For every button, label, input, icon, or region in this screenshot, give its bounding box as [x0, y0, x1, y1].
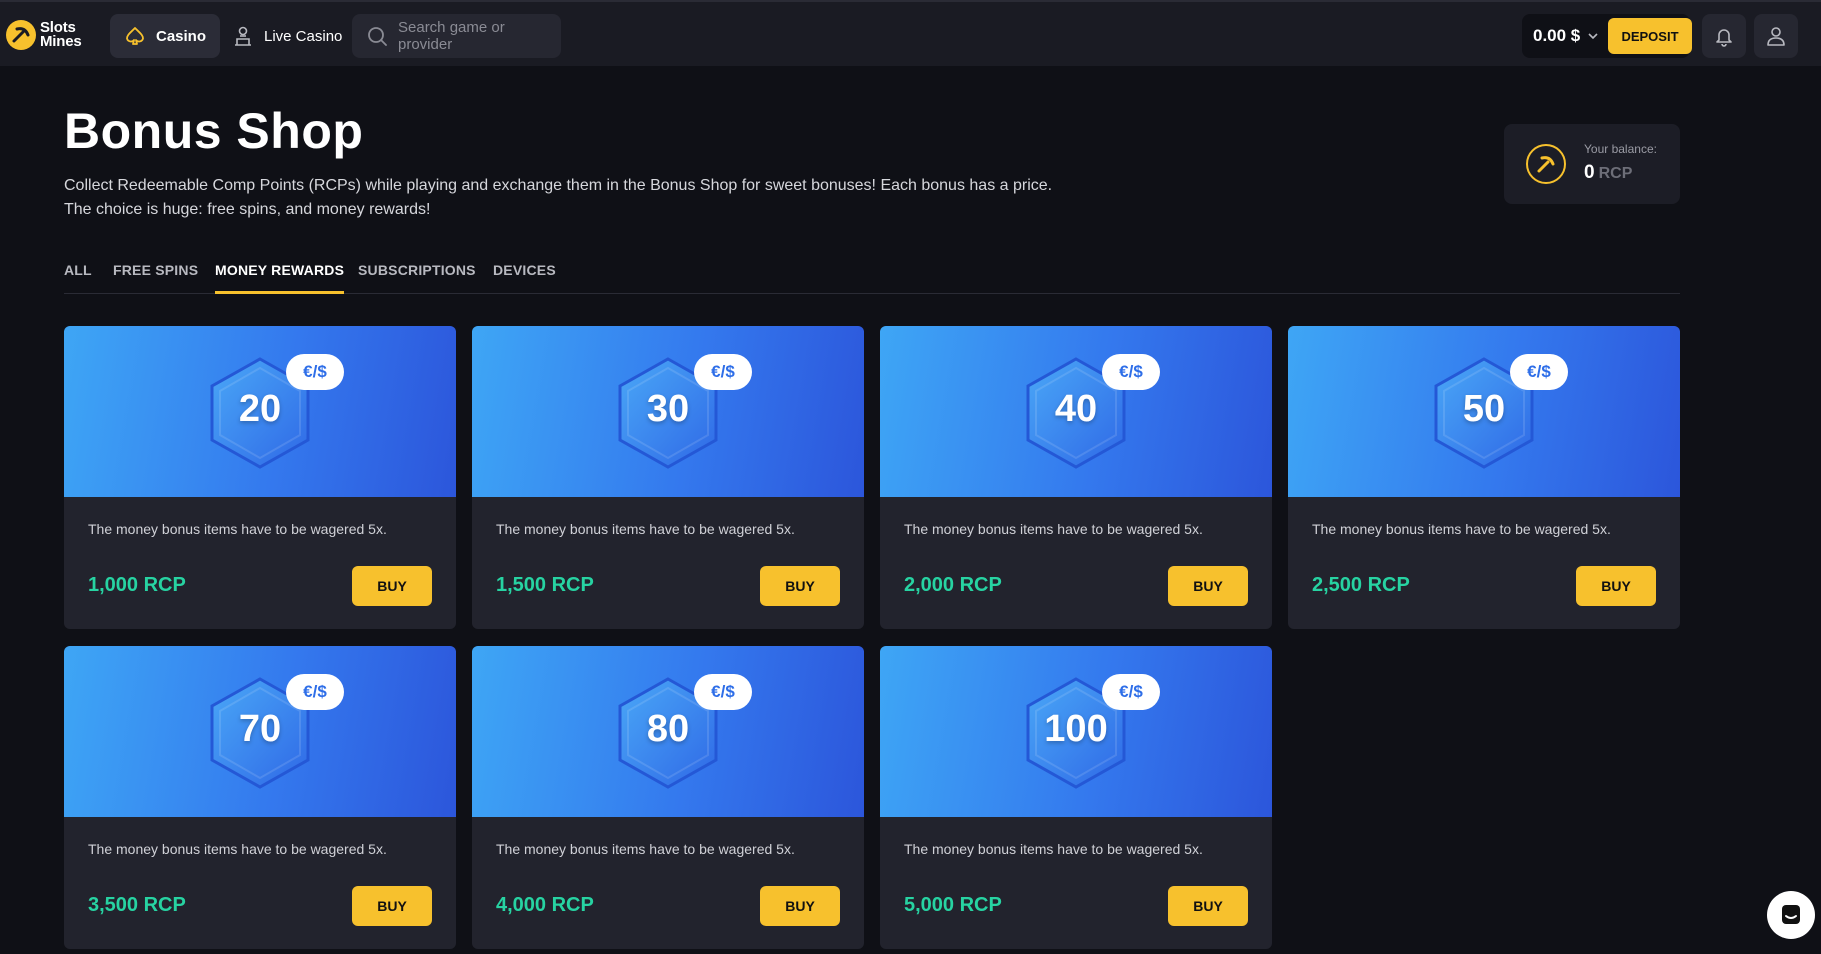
bell-icon	[1713, 25, 1735, 47]
page-description: Collect Redeemable Comp Points (RCPs) wh…	[64, 174, 1052, 222]
buy-button[interactable]: BUY	[352, 566, 432, 606]
reward-amount: 50	[1462, 388, 1506, 430]
reward-banner: 80 €/$	[472, 646, 864, 817]
chevron-down-icon	[1587, 30, 1599, 42]
tab-devices[interactable]: DEVICES	[493, 262, 556, 294]
wager-note: The money bonus items have to be wagered…	[496, 521, 795, 537]
pickaxe-logo-icon	[6, 20, 36, 50]
balance-amount: 0	[1584, 162, 1595, 183]
reward-price: 1,000 RCP	[88, 574, 186, 596]
tab-subscriptions[interactable]: SUBSCRIPTIONS	[358, 262, 476, 294]
balance-label: Your balance:	[1584, 142, 1657, 156]
reward-banner: 50 €/$	[1288, 326, 1680, 497]
nav-casino[interactable]: Casino	[110, 14, 221, 58]
chat-button[interactable]	[1767, 891, 1815, 939]
balance-card: Your balance: 0 RCP	[1504, 124, 1680, 204]
reward-amount: 20	[238, 388, 282, 430]
reward-price: 4,000 RCP	[496, 894, 594, 916]
buy-button[interactable]: BUY	[1168, 886, 1248, 926]
dealer-icon	[232, 25, 254, 47]
search-placeholder: Search game or provider	[398, 19, 505, 53]
balance-value: 0 RCP	[1584, 162, 1632, 184]
site-logo[interactable]: Slots Mines	[6, 20, 82, 50]
reward-amount: 30	[646, 388, 690, 430]
balance-unit: RCP	[1598, 165, 1633, 182]
reward-amount: 80	[646, 708, 690, 750]
reward-banner: 100 €/$	[880, 646, 1272, 817]
description-line-2: The choice is huge: free spins, and mone…	[64, 201, 431, 218]
reward-card: 20 €/$ The money bonus items have to be …	[64, 326, 456, 629]
reward-price: 1,500 RCP	[496, 574, 594, 596]
description-line-1: Collect Redeemable Comp Points (RCPs) wh…	[64, 177, 1053, 194]
reward-card: 100 €/$ The money bonus items have to be…	[880, 646, 1272, 949]
currency-badge: €/$	[1102, 354, 1160, 390]
nav-live-casino-label: Live Casino	[264, 27, 343, 45]
currency-badge: €/$	[694, 354, 752, 390]
reward-amount: 70	[238, 708, 282, 750]
reward-card: 70 €/$ The money bonus items have to be …	[64, 646, 456, 949]
wager-note: The money bonus items have to be wagered…	[1312, 521, 1611, 537]
reward-card: 80 €/$ The money bonus items have to be …	[472, 646, 864, 949]
reward-price: 5,000 RCP	[904, 894, 1002, 916]
buy-button[interactable]: BUY	[1576, 566, 1656, 606]
reward-amount: 40	[1054, 388, 1098, 430]
reward-price: 2,000 RCP	[904, 574, 1002, 596]
page-title: Bonus Shop	[64, 103, 364, 159]
tab-free-spins[interactable]: FREE SPINS	[113, 262, 198, 294]
buy-button[interactable]: BUY	[1168, 566, 1248, 606]
tab-all[interactable]: ALL	[64, 262, 92, 294]
profile-button[interactable]	[1754, 14, 1798, 58]
chat-icon	[1778, 902, 1804, 928]
user-icon	[1765, 25, 1787, 47]
search-icon	[366, 25, 388, 47]
currency-badge: €/$	[694, 674, 752, 710]
reward-price: 3,500 RCP	[88, 894, 186, 916]
rcp-coin-icon	[1526, 144, 1566, 184]
deposit-button[interactable]: DEPOSIT	[1608, 18, 1692, 54]
notifications-button[interactable]	[1702, 14, 1746, 58]
wager-note: The money bonus items have to be wagered…	[496, 841, 795, 857]
reward-price: 2,500 RCP	[1312, 574, 1410, 596]
logo-text: Slots Mines	[40, 20, 82, 50]
reward-banner: 40 €/$	[880, 326, 1272, 497]
buy-button[interactable]: BUY	[760, 566, 840, 606]
buy-button[interactable]: BUY	[352, 886, 432, 926]
tab-money-rewards[interactable]: MONEY REWARDS	[215, 262, 345, 294]
wallet-amount: 0.00 $	[1533, 26, 1581, 45]
currency-badge: €/$	[286, 354, 344, 390]
wager-note: The money bonus items have to be wagered…	[904, 521, 1203, 537]
reward-card: 50 €/$ The money bonus items have to be …	[1288, 326, 1680, 629]
search-input[interactable]: Search game or provider	[352, 14, 561, 58]
reward-banner: 20 €/$	[64, 326, 456, 497]
buy-button[interactable]: BUY	[760, 886, 840, 926]
spade-icon	[124, 25, 146, 47]
nav-live-casino[interactable]: Live Casino	[218, 14, 356, 58]
currency-badge: €/$	[286, 674, 344, 710]
reward-amount: 100	[1044, 708, 1108, 750]
top-bar: Slots Mines Casino Live Casino Search ga…	[0, 0, 1821, 66]
reward-card: 30 €/$ The money bonus items have to be …	[472, 326, 864, 629]
reward-banner: 30 €/$	[472, 326, 864, 497]
wager-note: The money bonus items have to be wagered…	[904, 841, 1203, 857]
category-tabs: ALL FREE SPINS MONEY REWARDS SUBSCRIPTIO…	[64, 262, 1680, 294]
currency-badge: €/$	[1510, 354, 1568, 390]
wager-note: The money bonus items have to be wagered…	[88, 521, 387, 537]
wager-note: The money bonus items have to be wagered…	[88, 841, 387, 857]
reward-banner: 70 €/$	[64, 646, 456, 817]
currency-badge: €/$	[1102, 674, 1160, 710]
reward-card: 40 €/$ The money bonus items have to be …	[880, 326, 1272, 629]
logo-line-2: Mines	[40, 33, 82, 50]
nav-casino-label: Casino	[156, 27, 207, 45]
